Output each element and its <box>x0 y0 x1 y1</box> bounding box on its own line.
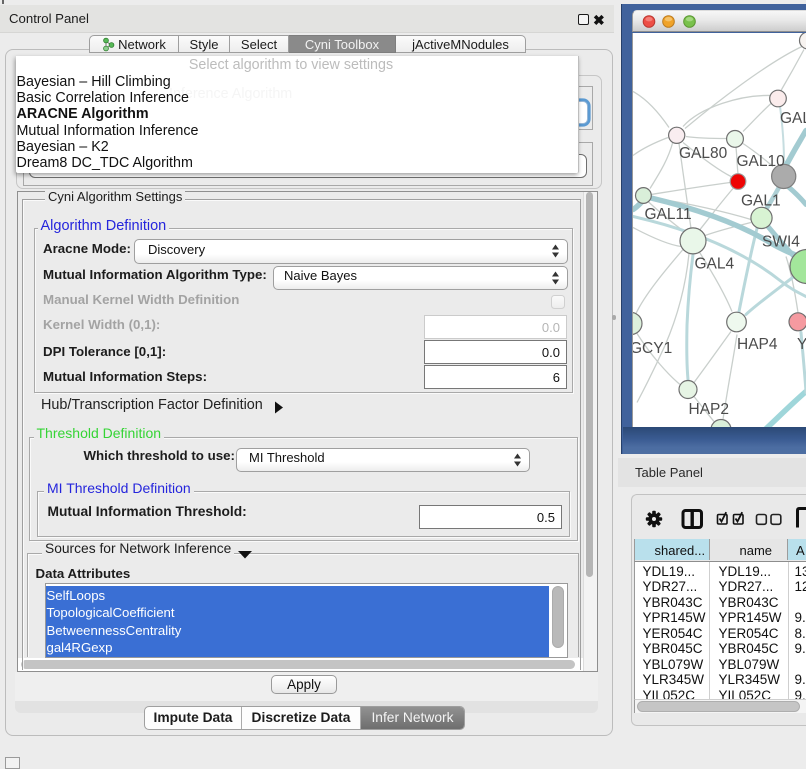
svg-text:GAL80: GAL80 <box>679 145 728 162</box>
svg-text:GAL11: GAL11 <box>645 206 692 223</box>
svg-text:GCY1: GCY1 <box>633 340 672 357</box>
svg-text:GAL10: GAL10 <box>737 153 786 170</box>
svg-text:GAL7: GAL7 <box>780 110 806 127</box>
svg-text:HAP4: HAP4 <box>737 336 778 353</box>
svg-text:HAP2: HAP2 <box>689 401 730 418</box>
svg-text:SWI4: SWI4 <box>762 233 800 250</box>
svg-text:YD: YD <box>797 336 806 353</box>
svg-text:GAL4: GAL4 <box>695 255 735 272</box>
svg-text:GAL1: GAL1 <box>741 192 781 209</box>
